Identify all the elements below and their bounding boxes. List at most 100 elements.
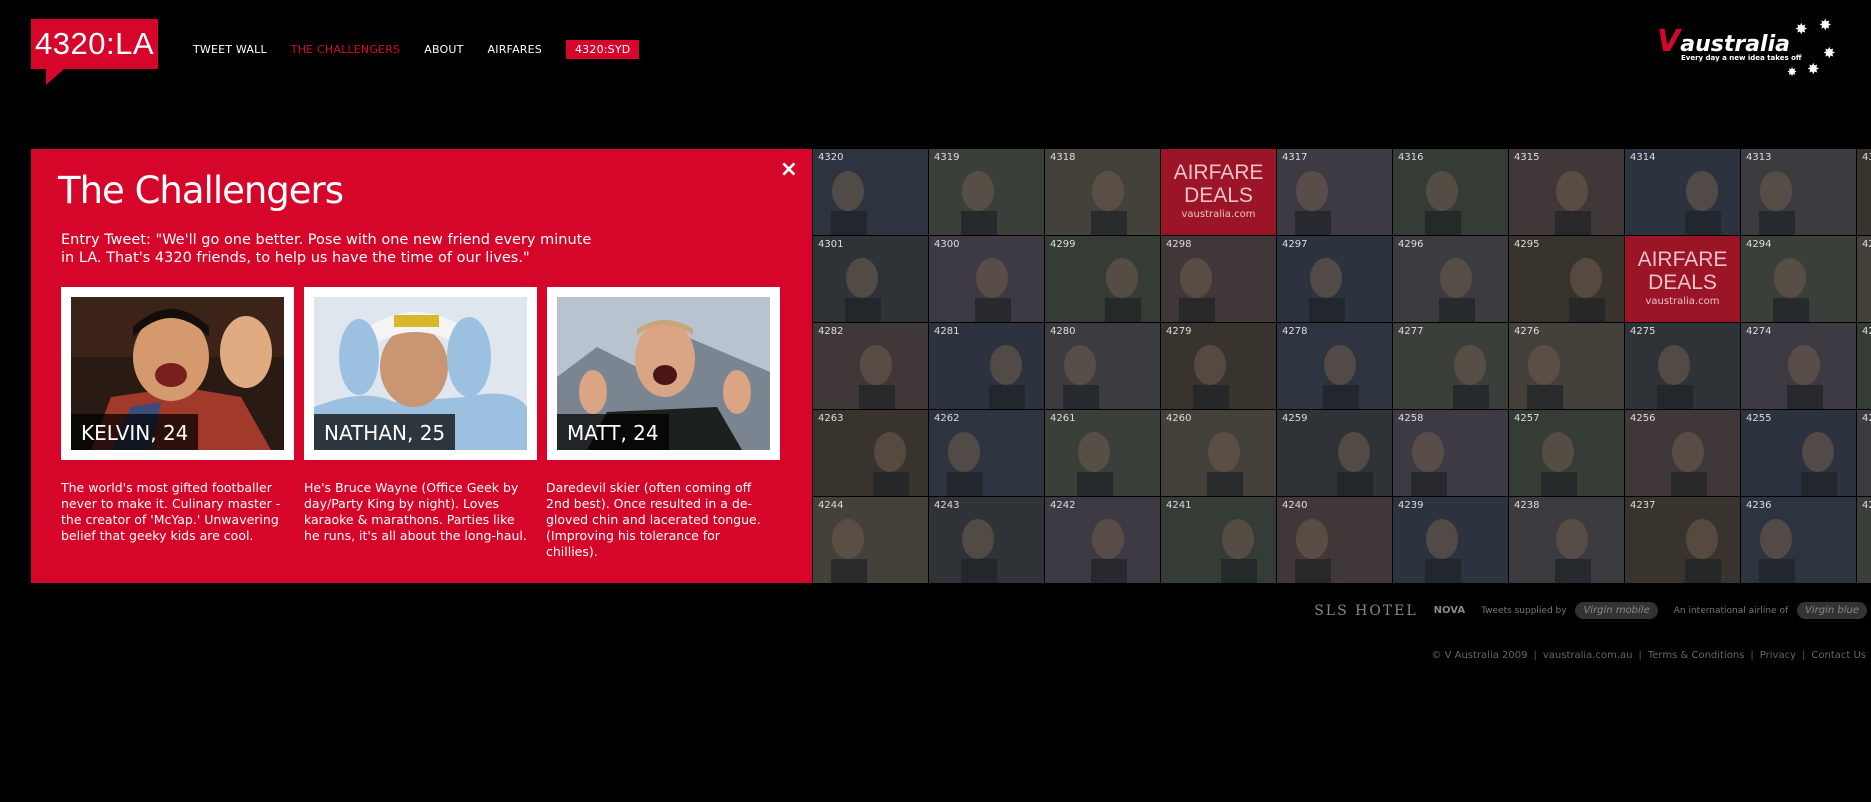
photo-tile[interactable]: 4273 bbox=[1857, 323, 1871, 409]
ad-line-2: DEALS bbox=[1648, 271, 1717, 294]
photo-tile[interactable]: 4275 bbox=[1625, 323, 1740, 409]
photo-number: 4316 bbox=[1398, 152, 1424, 163]
nav-the-challengers[interactable]: THE CHALLENGERS bbox=[291, 43, 400, 56]
site-logo[interactable]: 4320:LA bbox=[31, 19, 158, 69]
photo-number: 4274 bbox=[1746, 326, 1772, 337]
footer-site-link[interactable]: vaustralia.com.au bbox=[1543, 650, 1633, 661]
photo-tile[interactable]: 4259 bbox=[1277, 410, 1392, 496]
photo-tile[interactable]: 4263 bbox=[813, 410, 928, 496]
challenger-name: MATT, 24 bbox=[557, 414, 669, 450]
photo-tile[interactable]: 4262 bbox=[929, 410, 1044, 496]
star-icon: ✸ bbox=[1795, 20, 1808, 38]
airline-of: An international airline of Virgin blue bbox=[1674, 602, 1867, 619]
photo-number: 4276 bbox=[1514, 326, 1540, 337]
photo-tile[interactable]: 4274 bbox=[1741, 323, 1856, 409]
ad-line-1: AIRFARE bbox=[1637, 248, 1728, 271]
photo-tile[interactable]: 4254 bbox=[1857, 410, 1871, 496]
photo-tile[interactable]: 4278 bbox=[1277, 323, 1392, 409]
photo-tile[interactable]: 4296 bbox=[1393, 236, 1508, 322]
footer-contact-link[interactable]: Contact Us bbox=[1811, 650, 1866, 661]
photo-number: 4294 bbox=[1746, 239, 1772, 250]
nav-about[interactable]: ABOUT bbox=[424, 43, 463, 56]
photo-tile[interactable]: 4255 bbox=[1741, 410, 1856, 496]
challenger-card-matt[interactable]: MATT, 24 bbox=[547, 287, 780, 460]
nav-tweet-wall[interactable]: TWEET WALL bbox=[193, 43, 267, 56]
virgin-blue-logo[interactable]: Virgin blue bbox=[1797, 602, 1867, 619]
photo-tile[interactable]: 4258 bbox=[1393, 410, 1508, 496]
photo-tile[interactable]: 4299 bbox=[1045, 236, 1160, 322]
photo-number: 4242 bbox=[1050, 500, 1076, 511]
challenger-bio-kelvin: The world's most gifted footballer never… bbox=[61, 480, 281, 543]
photo-tile[interactable]: 4244 bbox=[813, 497, 928, 583]
footer-privacy-link[interactable]: Privacy bbox=[1760, 650, 1796, 661]
vaustralia-logo[interactable]: Vaustralia Every day a new idea takes of… bbox=[1647, 18, 1837, 84]
photo-tile[interactable]: 4241 bbox=[1161, 497, 1276, 583]
photo-tile[interactable]: 4277 bbox=[1393, 323, 1508, 409]
photo-tile[interactable]: 4281 bbox=[929, 323, 1044, 409]
photo-tile[interactable]: 4257 bbox=[1509, 410, 1624, 496]
airfare-deals-tile[interactable]: AIRFARE DEALS vaustralia.com bbox=[1625, 236, 1740, 322]
photo-tile[interactable]: 4316 bbox=[1393, 149, 1508, 235]
photo-tile[interactable]: 4295 bbox=[1509, 236, 1624, 322]
photo-tile[interactable]: 4298 bbox=[1161, 236, 1276, 322]
photo-tile[interactable]: 4314 bbox=[1625, 149, 1740, 235]
photo-tile[interactable]: 4260 bbox=[1161, 410, 1276, 496]
photo-tile[interactable]: 4315 bbox=[1509, 149, 1624, 235]
photo-tile[interactable]: 4318 bbox=[1045, 149, 1160, 235]
photo-number: 4260 bbox=[1166, 413, 1192, 424]
sls-hotel-logo[interactable]: SLS HOTEL bbox=[1314, 603, 1417, 619]
photo-number: 4296 bbox=[1398, 239, 1424, 250]
nav-airfares[interactable]: AIRFARES bbox=[488, 43, 542, 56]
separator: | bbox=[1802, 650, 1806, 661]
photo-tile[interactable]: 4319 bbox=[929, 149, 1044, 235]
photo-tile[interactable]: 4317 bbox=[1277, 149, 1392, 235]
photo-number: 4297 bbox=[1282, 239, 1308, 250]
nav-4320-syd[interactable]: 4320:SYD bbox=[565, 40, 640, 59]
sponsor-bar: SLS HOTEL NOVA Tweets supplied by Virgin… bbox=[1314, 602, 1867, 619]
brand-tagline: Every day a new idea takes off bbox=[1681, 54, 1802, 62]
footer-links: © V Australia 2009 | vaustralia.com.au |… bbox=[1431, 650, 1866, 661]
photo-tile[interactable]: 4236 bbox=[1741, 497, 1856, 583]
photo-number: 4315 bbox=[1514, 152, 1540, 163]
photo-tile[interactable]: 4294 bbox=[1741, 236, 1856, 322]
challenger-name: NATHAN, 25 bbox=[314, 414, 456, 450]
photo-tile[interactable]: 4312 bbox=[1857, 149, 1871, 235]
photo-tile[interactable]: 4261 bbox=[1045, 410, 1160, 496]
separator: | bbox=[1638, 650, 1642, 661]
photo-tile[interactable]: 4239 bbox=[1393, 497, 1508, 583]
close-icon[interactable]: × bbox=[780, 157, 798, 182]
photo-number: 4298 bbox=[1166, 239, 1192, 250]
airfare-deals-tile[interactable]: AIRFARE DEALS vaustralia.com bbox=[1161, 149, 1276, 235]
photo-number: 4312 bbox=[1862, 152, 1871, 163]
logo-speech-tail bbox=[46, 69, 64, 85]
photo-number: 4235 bbox=[1862, 500, 1871, 511]
photo-tile[interactable]: 4256 bbox=[1625, 410, 1740, 496]
challenger-card-nathan[interactable]: NATHAN, 25 bbox=[304, 287, 537, 460]
photo-tile[interactable]: 4280 bbox=[1045, 323, 1160, 409]
photo-number: 4241 bbox=[1166, 500, 1192, 511]
photo-tile[interactable]: 4243 bbox=[929, 497, 1044, 583]
photo-tile[interactable]: 4313 bbox=[1741, 149, 1856, 235]
virgin-mobile-logo[interactable]: Virgin mobile bbox=[1575, 602, 1658, 619]
photo-number: 4263 bbox=[818, 413, 844, 424]
photo-tile[interactable]: 4320 bbox=[813, 149, 928, 235]
photo-tile[interactable]: 4237 bbox=[1625, 497, 1740, 583]
photo-tile[interactable]: 4276 bbox=[1509, 323, 1624, 409]
photo-tile[interactable]: 4242 bbox=[1045, 497, 1160, 583]
photo-tile[interactable]: 4238 bbox=[1509, 497, 1624, 583]
challenger-card-kelvin[interactable]: KELVIN, 24 bbox=[61, 287, 294, 460]
footer-terms-link[interactable]: Terms & Conditions bbox=[1648, 650, 1745, 661]
photo-tile[interactable]: 4235 bbox=[1857, 497, 1871, 583]
photo-number: 4237 bbox=[1630, 500, 1656, 511]
photo-number: 4238 bbox=[1514, 500, 1540, 511]
photo-tile[interactable]: 4297 bbox=[1277, 236, 1392, 322]
nova-logo[interactable]: NOVA bbox=[1434, 605, 1465, 616]
photo-tile[interactable]: 4282 bbox=[813, 323, 928, 409]
photo-number: 4273 bbox=[1862, 326, 1871, 337]
photo-tile[interactable]: 4301 bbox=[813, 236, 928, 322]
tweets-supplied-by: Tweets supplied by Virgin mobile bbox=[1481, 602, 1658, 619]
photo-tile[interactable]: 4300 bbox=[929, 236, 1044, 322]
photo-tile[interactable]: 4279 bbox=[1161, 323, 1276, 409]
photo-tile[interactable]: 4240 bbox=[1277, 497, 1392, 583]
photo-tile[interactable]: 4293 bbox=[1857, 236, 1871, 322]
